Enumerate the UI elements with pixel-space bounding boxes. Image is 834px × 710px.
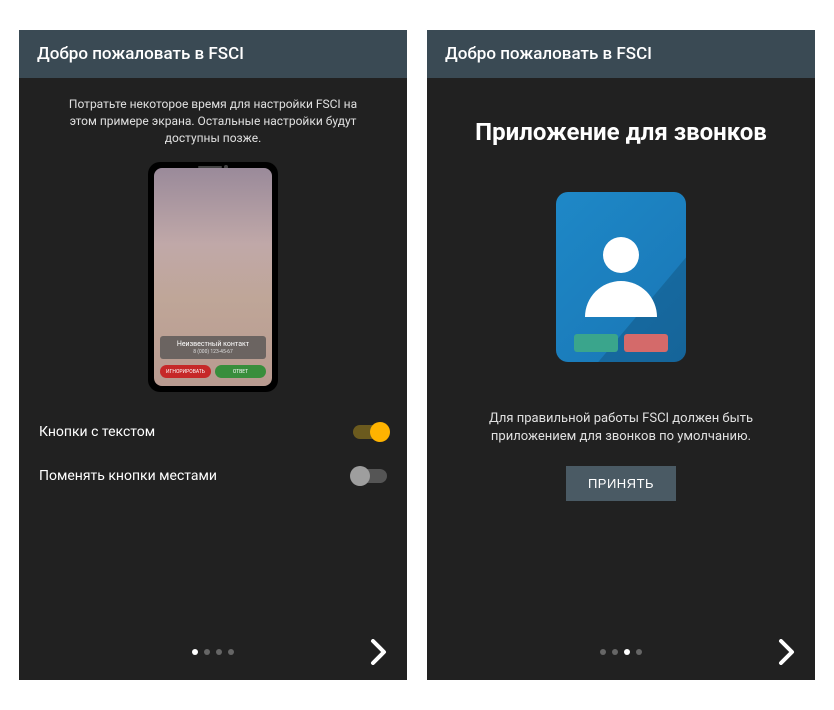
accept-button[interactable]: ПРИНЯТЬ	[566, 466, 676, 501]
mock-contact-number: 8 (000) 123-45-67	[162, 349, 264, 355]
page-dots	[192, 649, 234, 655]
setting-label: Поменять кнопки местами	[39, 468, 217, 484]
onboarding-screen-left: Добро пожаловать в FSCI Потратьте некото…	[19, 30, 407, 680]
page-dot	[624, 649, 630, 655]
chevron-right-icon	[777, 639, 797, 665]
contact-icon	[585, 237, 657, 317]
toggle-swap-buttons[interactable]	[353, 469, 387, 483]
page-dot	[636, 649, 642, 655]
page-title: Приложение для звонков	[427, 78, 815, 174]
onboarding-screen-right: Добро пожаловать в FSCI Приложение для з…	[427, 30, 815, 680]
footer-nav	[19, 624, 407, 680]
page-dot	[612, 649, 618, 655]
chevron-right-icon	[369, 639, 389, 665]
page-dot	[204, 649, 210, 655]
page-dot	[216, 649, 222, 655]
footer-nav	[427, 624, 815, 680]
page-dots	[600, 649, 642, 655]
phone-screen: Неизвестный контакт 8 (000) 123-45-67 ИГ…	[154, 168, 272, 386]
intro-text: Потратьте некоторое время для настройки …	[19, 78, 407, 156]
mock-call-buttons: ИГНОРИРОВАТЬ ОТВЕТ	[160, 365, 266, 378]
mock-accept-button: ОТВЕТ	[215, 365, 266, 378]
next-button[interactable]	[369, 639, 389, 665]
app-icon	[556, 192, 686, 362]
mock-decline-button: ИГНОРИРОВАТЬ	[160, 365, 211, 378]
page-dot	[228, 649, 234, 655]
description-text: Для правильной работы FSCI должен быть п…	[427, 362, 815, 460]
page-dot	[192, 649, 198, 655]
content-area: Приложение для звонков Для правильной ра…	[427, 78, 815, 680]
icon-accept-button	[574, 334, 618, 352]
phone-preview: Неизвестный контакт 8 (000) 123-45-67 ИГ…	[148, 162, 278, 392]
setting-swap-buttons[interactable]: Поменять кнопки местами	[19, 454, 407, 498]
header-title: Добро пожаловать в FSCI	[427, 30, 815, 78]
page-dot	[600, 649, 606, 655]
setting-label: Кнопки с текстом	[39, 424, 155, 440]
toggle-text-buttons[interactable]	[353, 425, 387, 439]
icon-call-buttons	[574, 334, 668, 352]
setting-text-buttons[interactable]: Кнопки с текстом	[19, 410, 407, 454]
mock-contact-name: Неизвестный контакт	[177, 340, 249, 348]
mock-contact-label: Неизвестный контакт 8 (000) 123-45-67	[160, 336, 266, 359]
icon-decline-button	[624, 334, 668, 352]
header-title: Добро пожаловать в FSCI	[19, 30, 407, 78]
content-area: Потратьте некоторое время для настройки …	[19, 78, 407, 680]
contact-head-icon	[603, 237, 639, 273]
next-button[interactable]	[777, 639, 797, 665]
contact-body-icon	[585, 281, 657, 317]
